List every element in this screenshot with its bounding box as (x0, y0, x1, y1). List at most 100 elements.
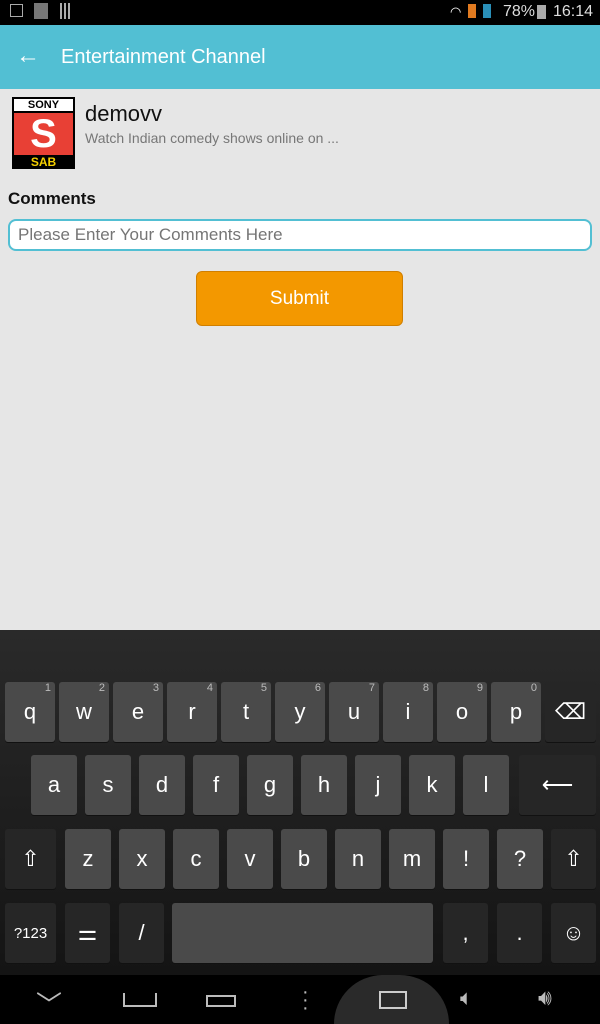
sim1-signal-icon (468, 4, 476, 18)
key-label: a (47, 772, 61, 797)
hide-keyboard-icon[interactable]: ﹀ (36, 985, 62, 1022)
screenshot-camera-icon[interactable] (379, 991, 407, 1009)
key-hint: 0 (530, 682, 537, 694)
home-icon[interactable] (123, 993, 157, 1007)
key-q[interactable]: q1 (5, 682, 55, 742)
key-f[interactable]: f (193, 755, 239, 815)
shift-key-left[interactable]: ⇧ (5, 829, 56, 889)
battery-percent: 78% (503, 3, 536, 20)
key-label: ?123 (13, 924, 48, 942)
key-n[interactable]: n (335, 829, 381, 889)
key-label: i (405, 699, 411, 724)
key-a[interactable]: a (31, 755, 77, 815)
channel-description: Watch Indian comedy shows online on ... (85, 130, 339, 146)
key-label: m (402, 846, 422, 871)
key-label: ⚌ (77, 920, 98, 945)
key-o[interactable]: o9 (437, 682, 487, 742)
key-label: e (131, 699, 145, 724)
key-label: ! (462, 846, 470, 871)
key-s[interactable]: s (85, 755, 131, 815)
app-bar: ← Entertainment Channel (0, 25, 600, 89)
key-label: o (455, 699, 469, 724)
sim2-signal-icon (483, 4, 491, 18)
key-label: ☺ (562, 920, 585, 945)
key-label: , (462, 920, 469, 945)
key-label: d (155, 772, 169, 797)
keyboard: q 1 w 2 e 3 r 4 t 5 y 6 u 7 i 8 o 9 p 0 ⌫ a s d f g h j k l ⟵ ⇧ z x c v b n m!… (0, 630, 600, 975)
key-h[interactable]: h (301, 755, 347, 815)
key-hint: 3 (152, 682, 159, 694)
key-label: b (297, 846, 311, 871)
key-label: j (375, 772, 381, 797)
input-settings-key[interactable]: ⚌ (65, 903, 110, 963)
key-c[interactable]: c (173, 829, 219, 889)
key-label: q (23, 699, 37, 724)
channel-logo: SONY S SAB (12, 97, 75, 169)
key-hint: 1 (44, 682, 51, 694)
key-label: ⇧ (564, 846, 583, 871)
key-label: n (351, 846, 365, 871)
key-g[interactable]: g (247, 755, 293, 815)
key-w[interactable]: w2 (59, 682, 109, 742)
key-hint: 4 (206, 682, 213, 694)
key-label: u (347, 699, 361, 724)
key-label: t (242, 699, 250, 724)
key-label: ⌫ (554, 699, 587, 724)
barcode-icon (60, 3, 72, 19)
key-hint: 9 (476, 682, 483, 694)
space-key[interactable] (172, 903, 433, 963)
key-z[interactable]: z (65, 829, 111, 889)
key-![interactable]: ! (443, 829, 489, 889)
key-label: r (188, 699, 196, 724)
menu-dots-icon[interactable]: · · · (302, 982, 309, 1018)
submit-button[interactable]: Submit (196, 271, 403, 326)
key-j[interactable]: j (355, 755, 401, 815)
image-notification-icon (10, 4, 23, 17)
key-label: c (190, 846, 202, 871)
key-e[interactable]: e3 (113, 682, 163, 742)
wifi-icon: ◠ (450, 4, 462, 19)
status-bar: ◠ 78% 16:14 (0, 0, 600, 25)
key-m[interactable]: m (389, 829, 435, 889)
key-comma[interactable]: , (443, 903, 488, 963)
comments-input[interactable] (8, 219, 592, 251)
key-hint: 8 (422, 682, 429, 694)
key-d[interactable]: d (139, 755, 185, 815)
navigation-bar (0, 975, 600, 1024)
key-l[interactable]: l (463, 755, 509, 815)
key-hint: 7 (368, 682, 375, 694)
back-arrow-icon[interactable]: ← (16, 42, 40, 70)
key-r[interactable]: r4 (167, 682, 217, 742)
key-label: z (82, 846, 94, 871)
key-t[interactable]: t5 (221, 682, 271, 742)
key-hint: 2 (98, 682, 105, 694)
key-label: ? (513, 846, 527, 871)
emoji-key[interactable]: ☺ (551, 903, 596, 963)
key-label: v (244, 846, 256, 871)
key-label: h (317, 772, 331, 797)
key-x[interactable]: x (119, 829, 165, 889)
shift-key-right[interactable]: ⇧ (551, 829, 596, 889)
key-label: y (294, 699, 306, 724)
volume-down-icon[interactable]: 🔈︎ (460, 985, 473, 1011)
key-u[interactable]: u7 (329, 682, 379, 742)
key-k[interactable]: k (409, 755, 455, 815)
volume-up-icon[interactable]: 🔊︎ (538, 985, 552, 1011)
backspace-key[interactable]: ⌫ (545, 682, 596, 742)
battery-icon (537, 5, 546, 19)
key-b[interactable]: b (281, 829, 327, 889)
key-i[interactable]: i8 (383, 682, 433, 742)
key-v[interactable]: v (227, 829, 273, 889)
key-label: s (102, 772, 114, 797)
recent-apps-icon[interactable] (206, 995, 236, 1007)
key-p[interactable]: p0 (491, 682, 541, 742)
enter-key[interactable]: ⟵ (519, 755, 596, 815)
symbols-key[interactable]: ?123 (5, 903, 56, 963)
key-period[interactable]: . (497, 903, 542, 963)
key-slash[interactable]: / (119, 903, 164, 963)
key-?[interactable]: ? (497, 829, 543, 889)
key-y[interactable]: y6 (275, 682, 325, 742)
clock: 16:14 (553, 3, 594, 20)
comments-label: Comments (8, 189, 96, 208)
key-label: w (76, 699, 92, 724)
